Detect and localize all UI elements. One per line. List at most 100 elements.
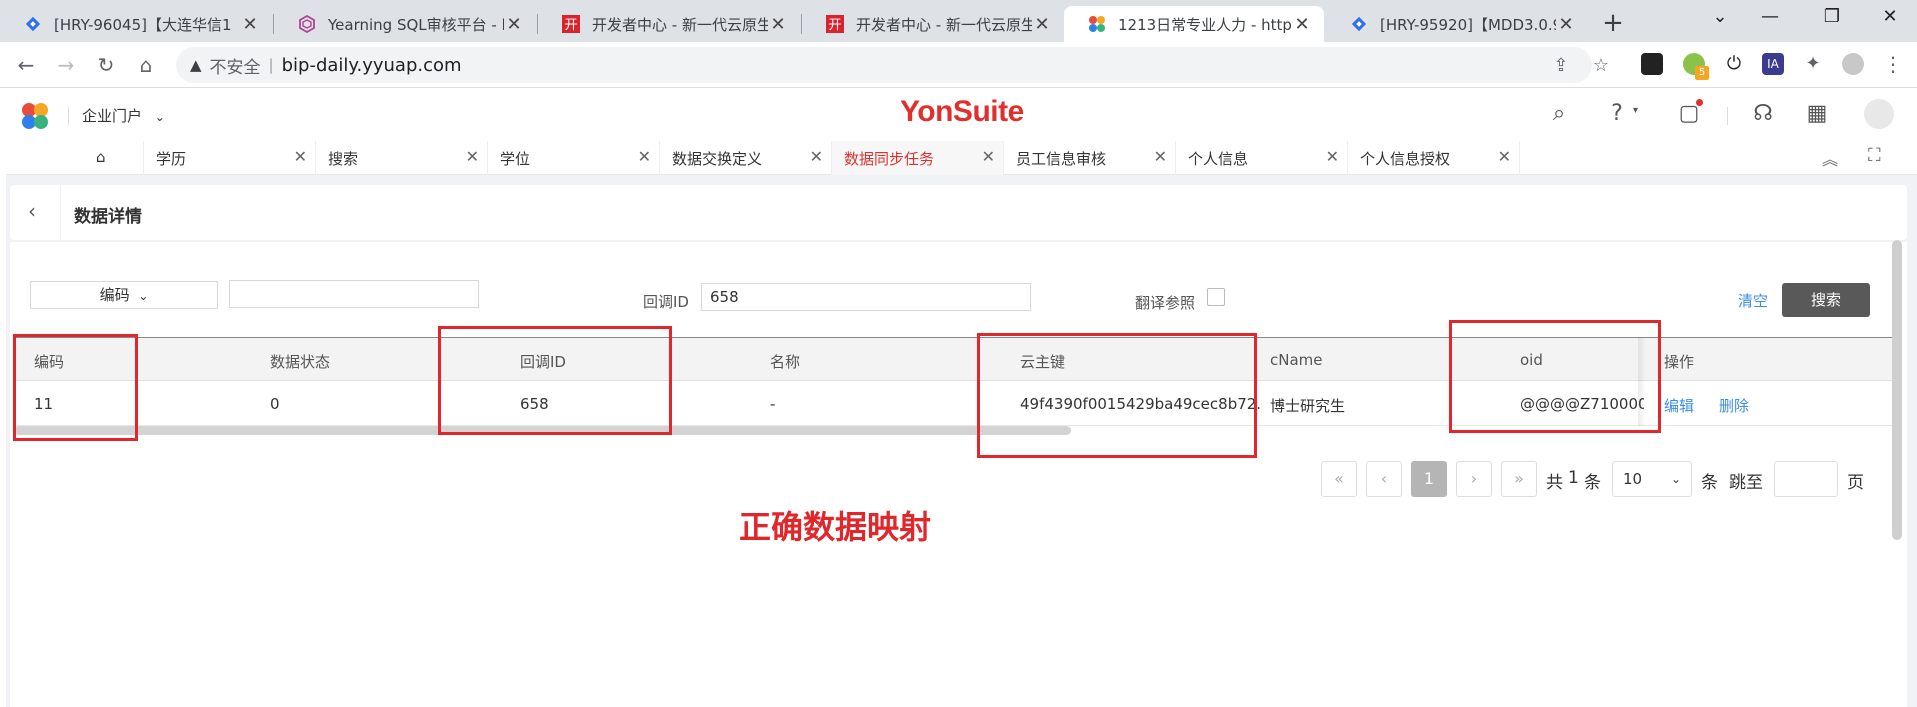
profile-avatar[interactable] [1842, 53, 1864, 75]
brand-text: YonSuite [900, 95, 1024, 128]
clear-button[interactable]: 清空 [1738, 290, 1768, 311]
back-arrow-icon[interactable]: ← [12, 51, 40, 79]
chevron-down-icon: ⌄ [154, 110, 165, 124]
callback-id-input[interactable]: 658 [701, 283, 1031, 311]
help-icon[interactable]: ? [1602, 99, 1632, 129]
jira-diamond-icon [25, 16, 41, 32]
tab-personal-info[interactable]: 个人信息 ✕ [1176, 141, 1348, 175]
tab-label: 学位 [500, 150, 531, 168]
first-page-button[interactable]: « [1321, 461, 1357, 497]
url-text: bip-daily.yyuap.com [281, 54, 462, 76]
close-icon[interactable]: ✕ [1556, 14, 1576, 35]
close-icon[interactable]: ✕ [240, 14, 260, 35]
share-icon[interactable]: ⇪ [1550, 55, 1572, 76]
ia-extension-icon[interactable]: IA [1762, 53, 1784, 75]
tab-search-icon[interactable]: ⌄ [1700, 6, 1740, 27]
tab-employee-info-review[interactable]: 员工信息审核 ✕ [1004, 141, 1176, 175]
last-page-button[interactable]: » [1501, 461, 1537, 497]
browser-tab[interactable]: Yearning SQL审核平台 - h ✕ [274, 6, 536, 42]
headset-icon[interactable]: ☊ [1748, 99, 1778, 129]
user-avatar[interactable] [1864, 99, 1894, 129]
tab-data-sync-task[interactable]: 数据同步任务 ✕ [832, 141, 1004, 175]
browser-tab[interactable]: [HRY-96045]【大连华信1 ✕ [0, 6, 272, 42]
tab-education[interactable]: 学历 ✕ [144, 141, 316, 175]
browser-tab-title: 1213日常专业人力 - https: [1118, 15, 1292, 34]
close-icon[interactable]: ✕ [1032, 14, 1052, 35]
svg-text:开: 开 [828, 18, 841, 33]
jump-page-input[interactable] [1774, 461, 1838, 497]
browser-tab-active[interactable]: 1213日常专业人力 - https: ✕ [1064, 6, 1324, 42]
highlight-box-cloud-key [977, 333, 1257, 458]
close-icon[interactable]: ✕ [982, 147, 995, 166]
close-icon[interactable]: ✕ [466, 147, 479, 166]
back-chevron-icon[interactable]: ‹ [28, 199, 36, 223]
calendar-icon[interactable]: ▦ [1802, 99, 1832, 129]
kai-logo-icon: 开 [562, 15, 580, 33]
close-icon[interactable]: ✕ [810, 147, 823, 166]
tab-label: 数据同步任务 [844, 150, 935, 168]
minimize-icon[interactable]: — [1750, 6, 1790, 27]
forward-arrow-icon[interactable]: → [52, 51, 80, 79]
window-close-icon[interactable]: ✕ [1870, 6, 1910, 27]
search-icon[interactable]: ⌕ [1544, 99, 1574, 129]
close-icon[interactable]: ✕ [294, 147, 307, 166]
close-icon[interactable]: ✕ [768, 14, 788, 35]
power-icon[interactable]: ⏻ [1723, 53, 1745, 75]
portal-switcher[interactable]: 企业门户 ⌄ [82, 105, 165, 126]
new-tab-button[interactable]: + [1598, 8, 1628, 38]
close-icon[interactable]: ✕ [1498, 147, 1511, 166]
field-select-value: 编码 [99, 286, 130, 304]
close-icon[interactable]: ✕ [1326, 147, 1339, 166]
tab-personal-info-authorization[interactable]: 个人信息授权 ✕ [1348, 141, 1520, 175]
tab-data-exchange-definition[interactable]: 数据交换定义 ✕ [660, 141, 832, 175]
reload-icon[interactable]: ↻ [92, 51, 120, 79]
home-icon[interactable]: ⌂ [132, 51, 160, 79]
restore-icon[interactable]: ❐ [1812, 6, 1852, 27]
close-icon[interactable]: ✕ [1154, 147, 1167, 166]
browser-tab-title: 开发者中心 - 新一代云原生 [592, 15, 768, 34]
delete-link[interactable]: 删除 [1719, 395, 1749, 416]
address-bar[interactable]: ▲ 不安全 | bip-daily.yyuap.com ⇪ ☆ [176, 47, 1609, 83]
tab-degree[interactable]: 学位 ✕ [488, 141, 660, 175]
highlight-box-code [13, 334, 138, 441]
column-header: 名称 [770, 353, 801, 371]
collapse-up-icon[interactable]: ︽ [1822, 146, 1838, 170]
chevron-down-icon: ⌄ [1670, 472, 1681, 486]
cell-cname: 博士研究生 [1270, 397, 1346, 415]
translate-reference-checkbox[interactable] [1207, 288, 1225, 306]
chevron-down-icon: ⌄ [138, 289, 149, 303]
annotation-text: 正确数据映射 [739, 508, 932, 546]
tab-home[interactable]: ⌂ [72, 141, 144, 175]
field-value-input[interactable] [229, 280, 479, 308]
highlight-box-oid [1449, 320, 1661, 433]
edit-link[interactable]: 编辑 [1664, 395, 1694, 416]
browser-tab[interactable]: 开 开发者中心 - 新一代云原生 ✕ [538, 6, 800, 42]
star-icon[interactable]: ☆ [1590, 55, 1612, 76]
extension-icon[interactable] [1641, 53, 1663, 75]
app-header: 企业门户 ⌄ YonSuite ⌕ ? ▾ ▢ ☊ ▦ [6, 89, 1917, 141]
tab-label: 搜索 [328, 150, 359, 168]
vertical-scrollbar[interactable] [1892, 240, 1902, 540]
close-icon[interactable]: ✕ [504, 14, 524, 35]
current-page-button[interactable]: 1 [1411, 461, 1447, 497]
menu-dots-icon[interactable]: ⋮ [1882, 53, 1904, 75]
fullscreen-icon[interactable]: ⛶ [1868, 145, 1881, 166]
browser-tab[interactable]: [HRY-95920]【MDD3.0.9 ✕ [1326, 6, 1588, 42]
page-size-select[interactable]: 10 ⌄ [1612, 461, 1692, 497]
yonyou-flower-logo[interactable] [20, 101, 50, 131]
browser-tab[interactable]: 开 开发者中心 - 新一代云原生 ✕ [802, 6, 1064, 42]
browser-tab-title: Yearning SQL审核平台 - h [328, 15, 504, 34]
tab-label: 数据交换定义 [672, 150, 763, 168]
close-icon[interactable]: ✕ [1292, 14, 1312, 35]
search-button[interactable]: 搜索 [1782, 283, 1870, 317]
next-page-button[interactable]: › [1456, 461, 1492, 497]
close-icon[interactable]: ✕ [638, 147, 651, 166]
tab-search[interactable]: 搜索 ✕ [316, 141, 488, 175]
browser-tab-title: [HRY-95920]【MDD3.0.9 [1380, 15, 1556, 34]
total-count: 1 [1568, 468, 1579, 488]
puzzle-icon[interactable]: ✦ [1802, 53, 1824, 75]
prev-page-button[interactable]: ‹ [1366, 461, 1402, 497]
warning-triangle-icon: ▲ [190, 56, 202, 74]
callback-id-label: 回调ID [643, 293, 689, 311]
field-select[interactable]: 编码 ⌄ [30, 281, 218, 309]
